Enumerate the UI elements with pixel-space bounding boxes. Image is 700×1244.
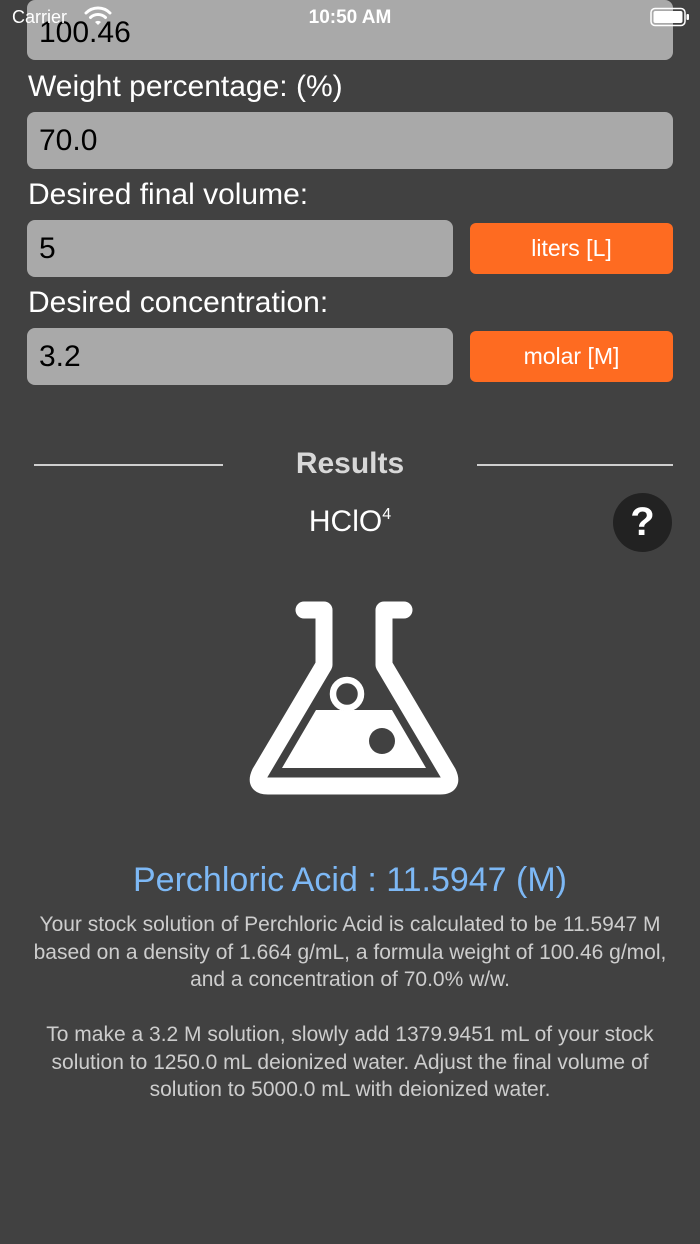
result-description-stock: Your stock solution of Perchloric Acid i…: [33, 913, 667, 991]
final-volume-label: Desired final volume:: [28, 178, 309, 211]
status-bar: Carrier 10:50 AM: [0, 0, 700, 36]
final-volume-value: 5: [39, 231, 56, 265]
result-headline: Perchloric Acid : 11.5947 (M): [133, 861, 567, 899]
final-volume-input[interactable]: 5: [27, 220, 453, 277]
battery-icon: [650, 7, 689, 27]
chemical-formula: HClO4: [0, 505, 700, 539]
status-time: 10:50 AM: [308, 7, 392, 28]
concentration-input[interactable]: 3.2: [27, 328, 453, 385]
volume-unit-button[interactable]: liters [L]: [470, 223, 673, 274]
formula-subscript: 4: [382, 506, 392, 523]
flask-icon: [249, 601, 459, 795]
result-description-instructions: To make a 3.2 M solution, slowly add 137…: [46, 1023, 654, 1101]
concentration-label: Desired concentration:: [28, 286, 329, 319]
concentration-value: 3.2: [39, 339, 81, 373]
weight-percentage-label: Weight percentage: (%): [28, 70, 343, 103]
weight-percentage-input[interactable]: 70.0: [27, 112, 673, 169]
weight-percentage-value: 70.0: [39, 123, 98, 157]
help-icon: ?: [630, 500, 655, 544]
concentration-unit-button[interactable]: molar [M]: [470, 331, 673, 382]
help-button[interactable]: ?: [613, 493, 672, 552]
formula-base: HClO: [308, 505, 383, 538]
results-divider-right: [477, 464, 673, 466]
